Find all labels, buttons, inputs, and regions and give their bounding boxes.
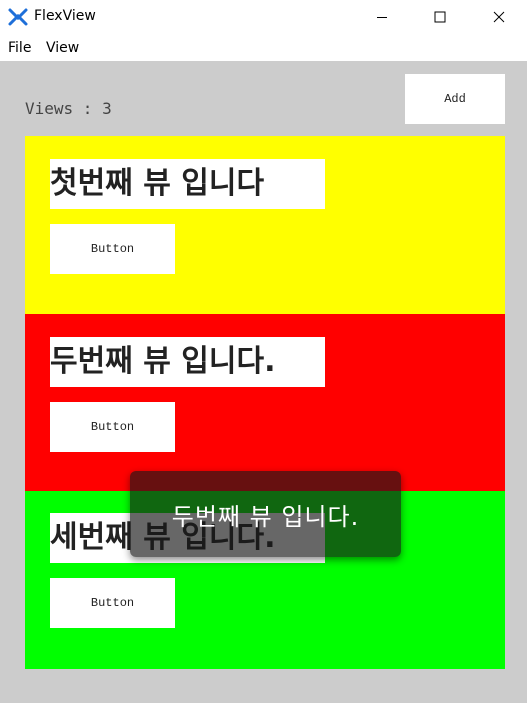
view-title-2: 두번째 뷰 입니다. [50, 337, 325, 387]
menu-file[interactable]: File [8, 40, 31, 56]
menu-view[interactable]: View [46, 40, 79, 56]
maximize-icon [434, 11, 446, 23]
toast-notification: 두번째 뷰 입니다. [130, 471, 401, 557]
view-button-1[interactable]: Button [50, 224, 175, 274]
window-title: FlexView [34, 8, 96, 24]
close-button[interactable] [476, 0, 522, 34]
view-button-2[interactable]: Button [50, 402, 175, 452]
menu-bar: File View [0, 36, 527, 60]
close-icon [493, 11, 505, 23]
title-bar: FlexView [0, 0, 527, 34]
flexview-app-icon [8, 8, 28, 26]
view-panel-2: 두번째 뷰 입니다. Button [25, 314, 505, 492]
view-title-1: 첫번째 뷰 입니다 [50, 159, 325, 209]
toast-message: 두번째 뷰 입니다. [171, 502, 360, 531]
minimize-button[interactable] [359, 0, 405, 34]
add-view-button[interactable]: Add [405, 74, 505, 124]
minimize-icon [377, 17, 387, 18]
view-button-3[interactable]: Button [50, 578, 175, 628]
main-content: Views : 3 Add 첫번째 뷰 입니다 Button 두번째 뷰 입니다… [0, 61, 527, 703]
view-panel-1: 첫번째 뷰 입니다 Button [25, 136, 505, 314]
maximize-button[interactable] [417, 0, 463, 34]
views-count-label: Views : 3 [25, 99, 112, 118]
